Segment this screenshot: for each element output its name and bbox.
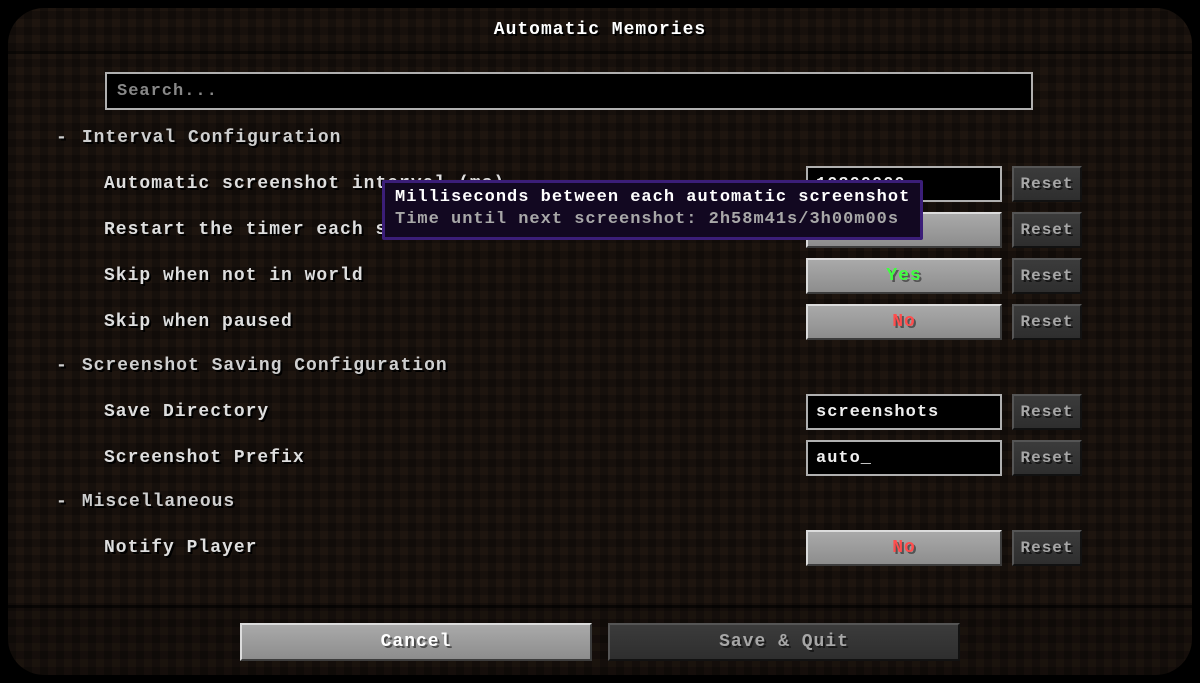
- reset-button[interactable]: Reset: [1012, 304, 1082, 340]
- tooltip: Milliseconds between each automatic scre…: [382, 180, 923, 240]
- search-container: [105, 72, 1033, 110]
- reset-button[interactable]: Reset: [1012, 258, 1082, 294]
- row-label: Skip when not in world: [104, 266, 364, 286]
- row-skip-not-in-world: Skip when not in world Yes Reset: [56, 254, 1082, 298]
- collapse-icon: -: [56, 128, 68, 148]
- settings-body: Milliseconds between each automatic scre…: [8, 54, 1192, 675]
- tooltip-line-1: Milliseconds between each automatic scre…: [395, 187, 910, 209]
- section-title: Screenshot Saving Configuration: [82, 356, 448, 376]
- collapse-icon: -: [56, 356, 68, 376]
- row-save-directory: Save Directory Reset: [56, 390, 1082, 434]
- collapse-icon: -: [56, 492, 68, 512]
- screenshot-prefix-input[interactable]: [806, 440, 1002, 476]
- row-notify-player: Notify Player No Reset: [56, 526, 1082, 570]
- search-input[interactable]: [105, 72, 1033, 110]
- row-label: Skip when paused: [104, 312, 293, 332]
- section-header-saving[interactable]: - Screenshot Saving Configuration: [56, 356, 1082, 376]
- reset-button[interactable]: Reset: [1012, 212, 1082, 248]
- section-title: Miscellaneous: [82, 492, 235, 512]
- save-directory-input[interactable]: [806, 394, 1002, 430]
- footer: Cancel Save & Quit: [8, 605, 1192, 675]
- notify-player-toggle[interactable]: No: [806, 530, 1002, 566]
- row-label: Screenshot Prefix: [104, 448, 305, 468]
- row-label: Notify Player: [104, 538, 257, 558]
- reset-button[interactable]: Reset: [1012, 530, 1082, 566]
- reset-button[interactable]: Reset: [1012, 166, 1082, 202]
- reset-button[interactable]: Reset: [1012, 440, 1082, 476]
- skip-paused-toggle[interactable]: No: [806, 304, 1002, 340]
- page-title: Automatic Memories: [494, 20, 706, 40]
- row-skip-paused: Skip when paused No Reset: [56, 300, 1082, 344]
- cancel-button[interactable]: Cancel: [240, 623, 592, 661]
- settings-window: Automatic Memories Milliseconds between …: [8, 8, 1192, 675]
- titlebar: Automatic Memories: [8, 8, 1192, 54]
- tooltip-line-2: Time until next screenshot: 2h58m41s/3h0…: [395, 209, 910, 231]
- section-title: Interval Configuration: [82, 128, 342, 148]
- section-header-interval[interactable]: - Interval Configuration: [56, 128, 1082, 148]
- skip-not-in-world-toggle[interactable]: Yes: [806, 258, 1002, 294]
- reset-button[interactable]: Reset: [1012, 394, 1082, 430]
- save-and-quit-button[interactable]: Save & Quit: [608, 623, 960, 661]
- row-screenshot-prefix: Screenshot Prefix Reset: [56, 436, 1082, 480]
- section-header-misc[interactable]: - Miscellaneous: [56, 492, 1082, 512]
- row-label: Save Directory: [104, 402, 269, 422]
